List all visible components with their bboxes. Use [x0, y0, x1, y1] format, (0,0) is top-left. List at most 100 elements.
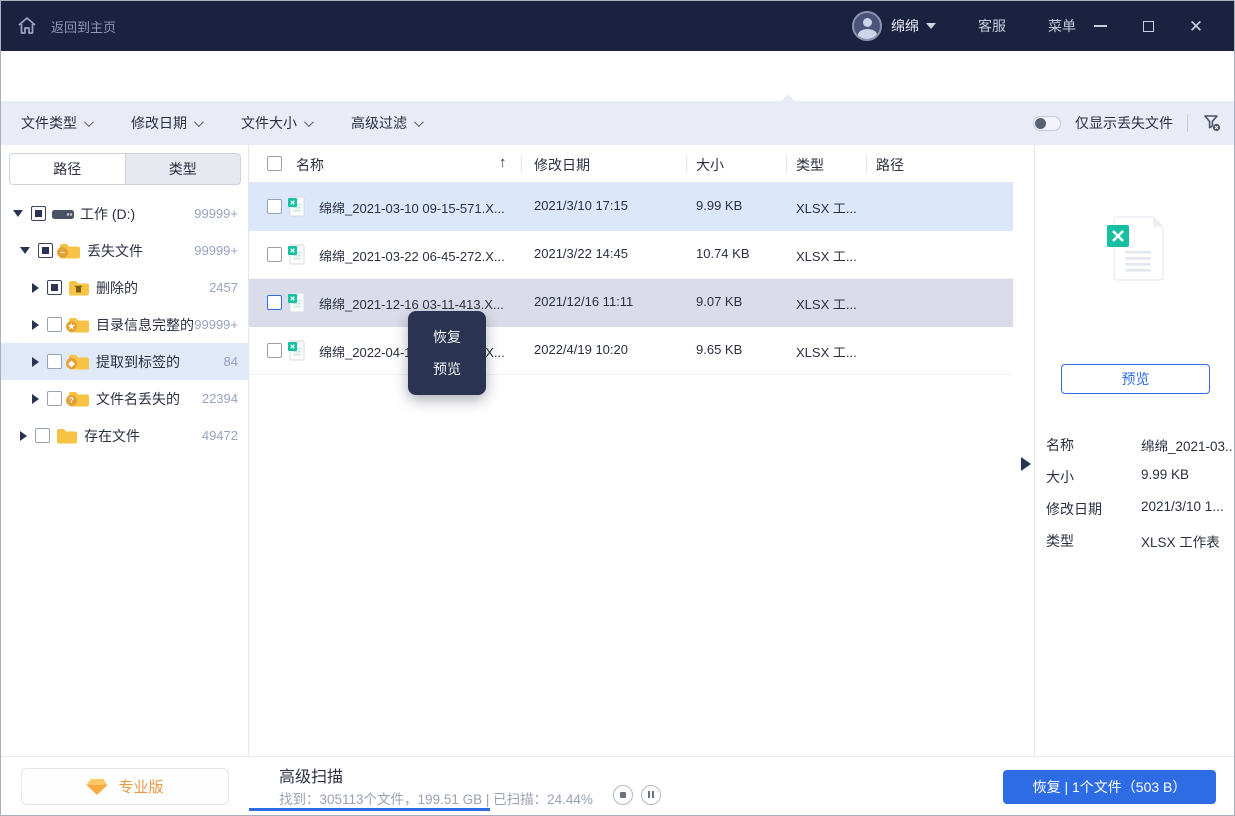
row-checkbox[interactable]	[267, 343, 282, 358]
chevron-down-icon	[304, 117, 314, 127]
folder-tag-icon: ◆	[68, 353, 90, 371]
collapse-arrow-icon[interactable]	[32, 320, 39, 330]
table-header: 名称 ↑ 修改日期 大小 类型 路径	[249, 145, 1013, 183]
collapse-arrow-icon[interactable]	[32, 357, 39, 367]
file-table: 名称 ↑ 修改日期 大小 类型 路径 绵绵_2021-03-10 09-15-5…	[249, 145, 1034, 756]
stop-scan-button[interactable]	[613, 785, 633, 805]
clear-filter-icon[interactable]	[1202, 113, 1222, 133]
scan-title: 高级扫描	[279, 763, 343, 787]
tree-checkbox[interactable]	[47, 280, 62, 295]
sidebar: 路径 类型 工作 (D:) 99999+ − 丢失文件	[1, 145, 249, 756]
tree-checkbox[interactable]	[38, 243, 53, 258]
pro-version-button[interactable]: 专业版	[21, 768, 229, 805]
context-menu: 恢复 预览	[408, 311, 486, 395]
filter-advanced[interactable]: 高级过滤	[351, 113, 421, 133]
xlsx-file-icon	[288, 340, 305, 366]
column-path[interactable]: 路径	[876, 155, 904, 175]
filter-file-size[interactable]: 文件大小	[241, 113, 311, 133]
chevron-down-icon	[84, 117, 94, 127]
xlsx-file-icon	[288, 196, 305, 222]
detail-row: 类型 XLSX 工作表	[1046, 531, 1231, 553]
avatar[interactable]	[852, 11, 882, 41]
minimize-icon	[1094, 25, 1107, 27]
filter-bar: 文件类型 修改日期 文件大小 高级过滤 仅显示丢失文件	[1, 101, 1235, 145]
filter-file-type[interactable]: 文件类型	[21, 113, 91, 133]
row-checkbox[interactable]	[267, 247, 282, 262]
filter-popover-notch	[780, 94, 796, 102]
chevron-down-icon[interactable]	[926, 23, 936, 29]
column-date[interactable]: 修改日期	[534, 155, 590, 175]
collapse-arrow-icon[interactable]	[32, 394, 39, 404]
preview-button[interactable]: 预览	[1061, 364, 1210, 394]
tab-type[interactable]: 类型	[126, 154, 241, 184]
pro-version-label: 专业版	[118, 776, 163, 797]
lost-files-toggle-label: 仅显示丢失文件	[1075, 113, 1173, 133]
tree-item-tagged[interactable]: ◆ 提取到标签的 84	[1, 343, 248, 380]
tree-item-dir-complete[interactable]: ★ 目录信息完整的 99999+	[1, 306, 248, 343]
tree-checkbox[interactable]	[47, 317, 62, 332]
close-button[interactable]: ✕	[1172, 1, 1220, 51]
table-row[interactable]: 绵绵_2021-03-22 06-45-272.X... 2021/3/22 1…	[249, 231, 1013, 279]
detail-row: 修改日期 2021/3/10 1...	[1046, 499, 1231, 521]
column-name[interactable]: 名称	[296, 155, 324, 175]
back-home-label: 返回到主页	[51, 17, 116, 36]
tree-checkbox[interactable]	[47, 354, 62, 369]
status-bar: 专业版 高级扫描 找到：305113个文件，199.51 GB | 已扫描：24…	[1, 756, 1235, 816]
folder-minus-icon: −	[59, 242, 81, 260]
column-type[interactable]: 类型	[796, 155, 824, 175]
back-home-button[interactable]: 返回到主页	[1, 14, 116, 38]
tree-item-existing-files[interactable]: 存在文件 49472	[1, 417, 248, 454]
table-row[interactable]: 绵绵_2021-12-16 03-11-413.X... 2021/12/16 …	[249, 279, 1013, 327]
tree-item-name-lost[interactable]: ? 文件名丢失的 22394	[1, 380, 248, 417]
context-menu-recover[interactable]: 恢复	[408, 325, 486, 349]
row-checkbox[interactable]	[267, 295, 282, 310]
pause-scan-button[interactable]	[641, 785, 661, 805]
tree-checkbox[interactable]	[31, 206, 46, 221]
tree-item-lost-files[interactable]: − 丢失文件 99999+	[1, 232, 248, 269]
xlsx-file-icon	[288, 292, 305, 318]
panel-collapse-arrow[interactable]	[1021, 457, 1031, 471]
tree-checkbox[interactable]	[35, 428, 50, 443]
expand-arrow-icon[interactable]	[20, 247, 30, 254]
tree-item-deleted[interactable]: 删除的 2457	[1, 269, 248, 306]
row-checkbox[interactable]	[267, 199, 282, 214]
close-icon: ✕	[1189, 18, 1203, 35]
sort-ascending-icon[interactable]: ↑	[499, 154, 507, 171]
detail-row: 大小 9.99 KB	[1046, 467, 1231, 489]
table-row[interactable]: 绵绵_2021-03-10 09-15-571.X... 2021/3/10 1…	[249, 183, 1013, 231]
table-row[interactable]: 绵绵_2022-04-19 02-20-574.X... 2022/4/19 1…	[249, 327, 1013, 375]
maximize-button[interactable]	[1124, 1, 1172, 51]
folder-icon	[56, 427, 78, 445]
folder-tree: 工作 (D:) 99999+ − 丢失文件 99999+ 删除的	[1, 195, 248, 454]
scan-info: 找到：305113个文件，199.51 GB | 已扫描：24.44%	[279, 788, 593, 808]
menu-link[interactable]: 菜单	[1048, 16, 1076, 36]
minimize-button[interactable]	[1076, 1, 1124, 51]
home-icon	[15, 14, 39, 38]
navigation-bar: ← → ↑ 工作 (D:) › 丢失文件 › 提取到标签的 › Excel › …	[1, 51, 1235, 101]
xlsx-file-icon	[288, 244, 305, 270]
folder-star-icon: ★	[68, 316, 90, 334]
recover-button[interactable]: 恢复 | 1个文件（503 B）	[1003, 770, 1216, 804]
drive-icon	[52, 205, 74, 223]
chevron-down-icon	[194, 117, 204, 127]
expand-arrow-icon[interactable]	[13, 210, 23, 217]
collapse-arrow-icon[interactable]	[32, 283, 39, 293]
tree-checkbox[interactable]	[47, 391, 62, 406]
titlebar: 返回到主页 绵绵 客服 菜单 ✕	[1, 1, 1235, 51]
context-menu-preview[interactable]: 预览	[408, 357, 486, 381]
sidebar-tabs: 路径 类型	[9, 153, 241, 185]
collapse-arrow-icon[interactable]	[20, 431, 27, 441]
lost-files-toggle[interactable]	[1033, 116, 1061, 131]
tree-item-drive-d[interactable]: 工作 (D:) 99999+	[1, 195, 248, 232]
scan-progress-fill	[249, 808, 490, 811]
chevron-down-icon	[414, 117, 424, 127]
select-all-checkbox[interactable]	[267, 156, 282, 171]
detail-row: 名称 绵绵_2021-03..	[1046, 435, 1231, 457]
folder-trash-icon	[68, 279, 90, 297]
column-size[interactable]: 大小	[696, 155, 724, 175]
support-link[interactable]: 客服	[978, 16, 1006, 36]
filter-modified-date[interactable]: 修改日期	[131, 113, 201, 133]
divider	[1187, 114, 1188, 132]
username[interactable]: 绵绵	[891, 16, 919, 36]
tab-path[interactable]: 路径	[10, 154, 126, 184]
